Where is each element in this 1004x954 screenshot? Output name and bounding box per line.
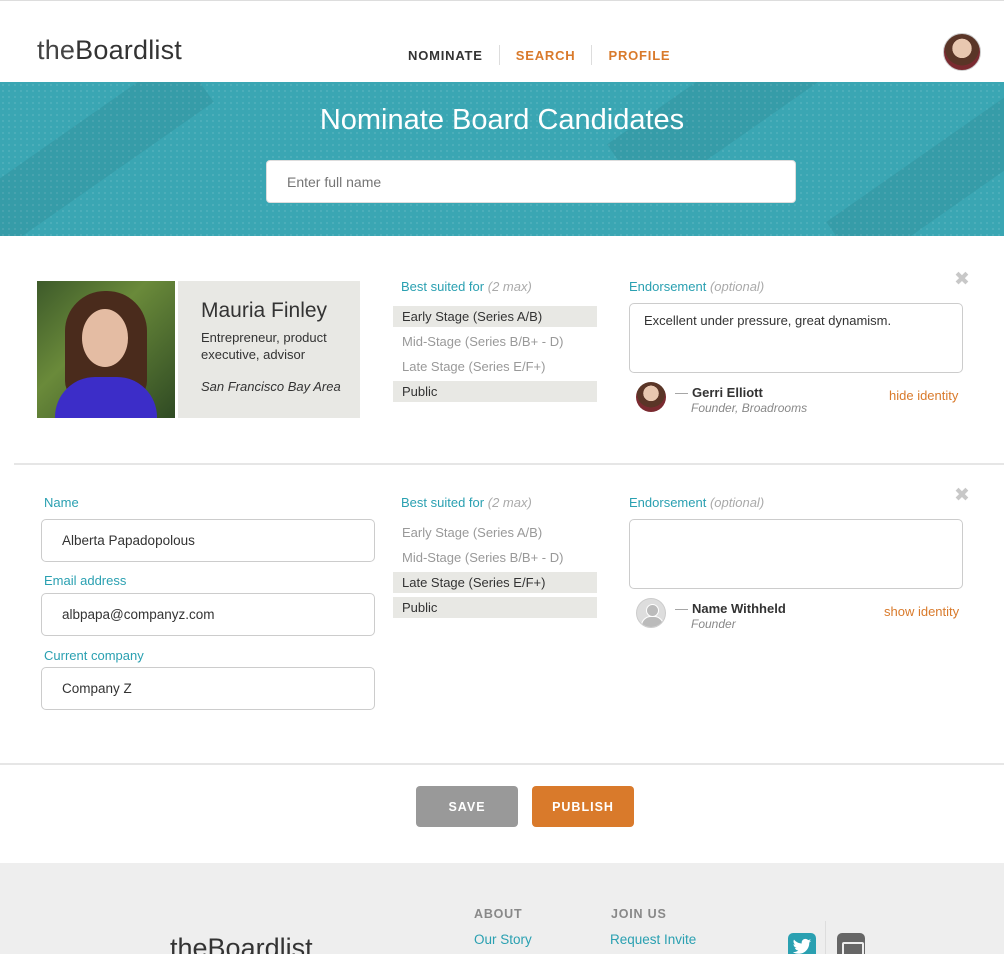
top-header: theBoardlist NOMINATE SEARCH PROFILE — [0, 0, 1004, 82]
endorser-dash: — — [675, 385, 688, 400]
endorser-dash: — — [675, 601, 688, 616]
logo-brand: Boardlist — [75, 35, 182, 65]
close-icon[interactable]: ✖ — [954, 270, 970, 289]
best-suited-hint: (2 max) — [487, 495, 532, 510]
best-suited-text: Best suited for — [401, 495, 485, 510]
candidate-name: Mauria Finley — [201, 299, 328, 322]
main-nav: NOMINATE SEARCH PROFILE — [392, 45, 686, 65]
endorser-avatar — [636, 382, 666, 412]
best-suited-label: Best suited for (2 max) — [401, 495, 532, 510]
footer-logo-brand: Boardlist — [207, 933, 313, 954]
logo[interactable]: theBoardlist — [37, 35, 182, 66]
company-label: Current company — [44, 648, 144, 663]
stage-option-public[interactable]: Public — [393, 597, 597, 618]
endorser-name-text: Gerri Elliott — [692, 385, 763, 400]
stage-option-mid[interactable]: Mid-Stage (Series B/B+ - D) — [393, 547, 597, 568]
hide-identity-link[interactable]: hide identity — [889, 388, 958, 403]
candidate-location: San Francisco Bay Area — [201, 379, 341, 394]
footer-request-invite-link[interactable]: Request Invite — [610, 932, 696, 947]
user-avatar[interactable] — [943, 33, 981, 71]
stage-option-mid[interactable]: Mid-Stage (Series B/B+ - D) — [393, 331, 597, 352]
candidate-title: Entrepreneur, product executive, advisor — [201, 330, 327, 362]
candidate-search-input[interactable] — [266, 160, 796, 203]
stage-option-public[interactable]: Public — [393, 381, 597, 402]
show-identity-link[interactable]: show identity — [884, 604, 959, 619]
stage-option-late[interactable]: Late Stage (Series E/F+) — [393, 356, 597, 377]
section-divider — [0, 763, 1004, 765]
twitter-bird-glyph — [792, 938, 812, 954]
endorsement-label: Endorsement (optional) — [629, 495, 764, 510]
page-title: Nominate Board Candidates — [319, 104, 685, 136]
photo-face — [82, 309, 128, 367]
company-field[interactable] — [41, 667, 375, 710]
endorser-name: — Name Withheld — [675, 601, 786, 616]
candidate-photo — [37, 281, 175, 418]
footer-logo-prefix: the — [170, 933, 208, 954]
name-field[interactable] — [41, 519, 375, 562]
endorser-name-text: Name Withheld — [692, 601, 786, 616]
best-suited-hint: (2 max) — [487, 279, 532, 294]
footer-our-story-link[interactable]: Our Story — [474, 932, 532, 947]
email-label: Email address — [44, 573, 127, 588]
endorser-role: Founder — [691, 617, 736, 631]
best-suited-text: Best suited for — [401, 279, 485, 294]
nav-search[interactable]: SEARCH — [500, 48, 592, 63]
endorsement-label: Endorsement (optional) — [629, 279, 764, 294]
nav-nominate[interactable]: NOMINATE — [392, 48, 499, 63]
section-divider — [14, 463, 1004, 465]
endorsement-text: Endorsement — [629, 495, 707, 510]
anonymous-avatar-icon — [636, 598, 666, 628]
email-field[interactable] — [41, 593, 375, 636]
logo-prefix: the — [37, 35, 76, 65]
close-icon[interactable]: ✖ — [954, 486, 970, 505]
endorsement-hint: (optional) — [709, 495, 765, 510]
footer-logo[interactable]: theBoardlist — [170, 933, 313, 954]
endorsement-textarea[interactable]: Excellent under pressure, great dynamism… — [629, 303, 963, 373]
endorser-name: — Gerri Elliott — [675, 385, 763, 400]
stage-option-late[interactable]: Late Stage (Series E/F+) — [393, 572, 597, 593]
footer-join-heading: JOIN US — [611, 907, 667, 921]
candidate-card: Mauria Finley Entrepreneur, product exec… — [178, 281, 360, 418]
endorsement-text: Endorsement — [629, 279, 707, 294]
nominate-banner: Nominate Board Candidates — [0, 82, 1004, 236]
endorser-role: Founder, Broadrooms — [691, 401, 808, 415]
twitter-icon[interactable] — [788, 933, 816, 954]
endorsement-textarea[interactable] — [629, 519, 963, 589]
name-label: Name — [44, 495, 79, 510]
stage-option-early[interactable]: Early Stage (Series A/B) — [393, 306, 597, 327]
footer-about-heading: ABOUT — [474, 907, 523, 921]
save-button[interactable]: SAVE — [416, 786, 518, 827]
best-suited-label: Best suited for (2 max) — [401, 279, 532, 294]
footer-divider — [825, 921, 826, 954]
publish-button[interactable]: PUBLISH — [532, 786, 634, 827]
mail-icon[interactable] — [837, 933, 865, 954]
nav-profile[interactable]: PROFILE — [592, 48, 686, 63]
stage-option-early[interactable]: Early Stage (Series A/B) — [393, 522, 597, 543]
footer: theBoardlist ABOUT Our Story JOIN US Req… — [0, 863, 1004, 954]
endorsement-hint: (optional) — [709, 279, 765, 294]
